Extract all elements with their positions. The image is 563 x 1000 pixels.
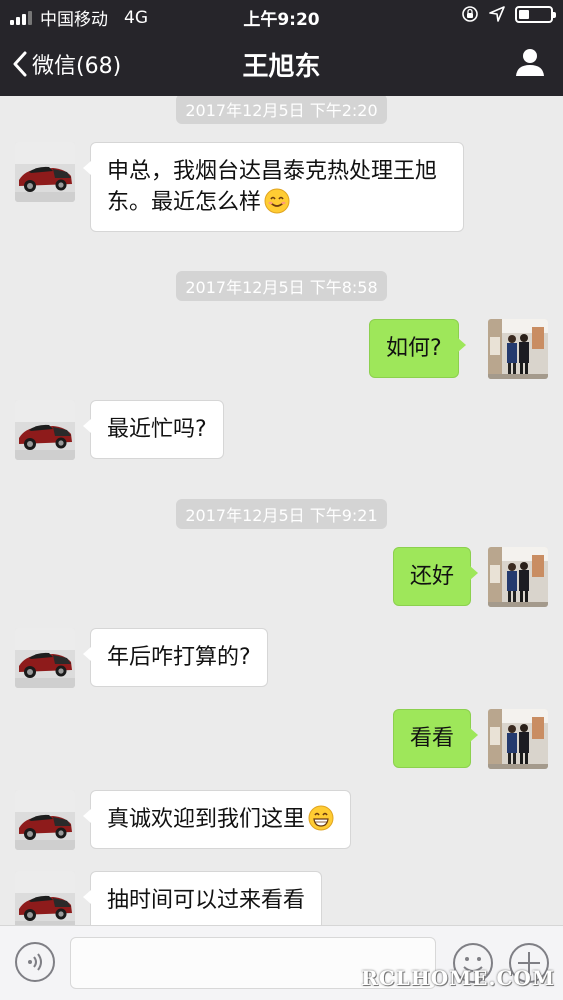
contact-avatar[interactable]	[15, 142, 75, 202]
message-text: 最近忙吗?	[107, 417, 207, 442]
chevron-left-icon	[13, 51, 27, 77]
person-icon	[516, 49, 544, 76]
back-label: 微信(68)	[32, 54, 122, 79]
contact-avatar[interactable]	[15, 790, 75, 850]
contact-avatar[interactable]	[15, 871, 75, 925]
contact-avatar[interactable]	[15, 400, 75, 460]
message-bubble-outgoing[interactable]: 看看	[393, 709, 479, 768]
status-bar: 中国移动 4G 上午9:20	[0, 0, 563, 32]
message-bubble-incoming[interactable]: 最近忙吗?	[83, 400, 224, 459]
message-bubble-outgoing[interactable]: 还好	[393, 547, 479, 606]
status-right	[461, 5, 556, 23]
message-bubble-incoming[interactable]: 抽时间可以过来看看	[82, 871, 323, 925]
profile-button[interactable]	[515, 48, 545, 80]
message-text: 真诚欢迎到我们这里	[107, 807, 306, 832]
voice-icon	[28, 953, 42, 971]
location-arrow-icon	[489, 6, 505, 22]
battery-icon	[515, 5, 556, 23]
message-text: 看看	[410, 726, 455, 751]
user-avatar[interactable]	[488, 709, 548, 769]
message-text: 还好	[410, 564, 455, 589]
contact-avatar[interactable]	[15, 628, 75, 688]
grin-emoji-icon	[308, 805, 334, 831]
timestamp-text: 2017年12月5日 下午8:58	[176, 271, 387, 301]
watermark: RCLHOME.COM	[361, 966, 555, 990]
back-button[interactable]: 微信(68)	[12, 48, 121, 80]
message-text: 年后咋打算的?	[107, 645, 251, 670]
smile-emoji-icon	[264, 188, 290, 214]
timestamp-text: 2017年12月5日 下午2:20	[176, 96, 387, 124]
message-bubble-outgoing[interactable]: 如何?	[369, 319, 466, 378]
top-bar: 中国移动 4G 上午9:20 微信(68) 王旭东	[0, 0, 563, 96]
user-avatar[interactable]	[488, 547, 548, 607]
voice-button[interactable]	[15, 942, 55, 982]
input-bar: RCLHOME.COM	[0, 925, 563, 1000]
message-bubble-incoming[interactable]: 申总，我烟台达昌泰克热处理王旭东。最近怎么样	[83, 142, 464, 232]
message-text: 如何?	[386, 336, 442, 361]
message-text: 抽时间可以过来看看	[107, 888, 306, 913]
timestamp: 2017年12月5日 下午8:58	[0, 271, 563, 301]
user-avatar[interactable]	[488, 319, 548, 379]
orientation-lock-icon	[462, 6, 478, 22]
message-bubble-incoming[interactable]: 年后咋打算的?	[83, 628, 268, 687]
chat-area[interactable]: 2017年12月5日 下午2:20 申总，我烟台达昌泰克热处理王旭东。最近怎么样…	[0, 96, 563, 925]
message-bubble-incoming[interactable]: 真诚欢迎到我们这里	[82, 790, 352, 849]
nav-bar: 微信(68) 王旭东	[0, 40, 563, 88]
timestamp-text: 2017年12月5日 下午9:21	[176, 499, 387, 529]
timestamp: 2017年12月5日 下午2:20	[0, 96, 563, 124]
timestamp: 2017年12月5日 下午9:21	[0, 499, 563, 529]
